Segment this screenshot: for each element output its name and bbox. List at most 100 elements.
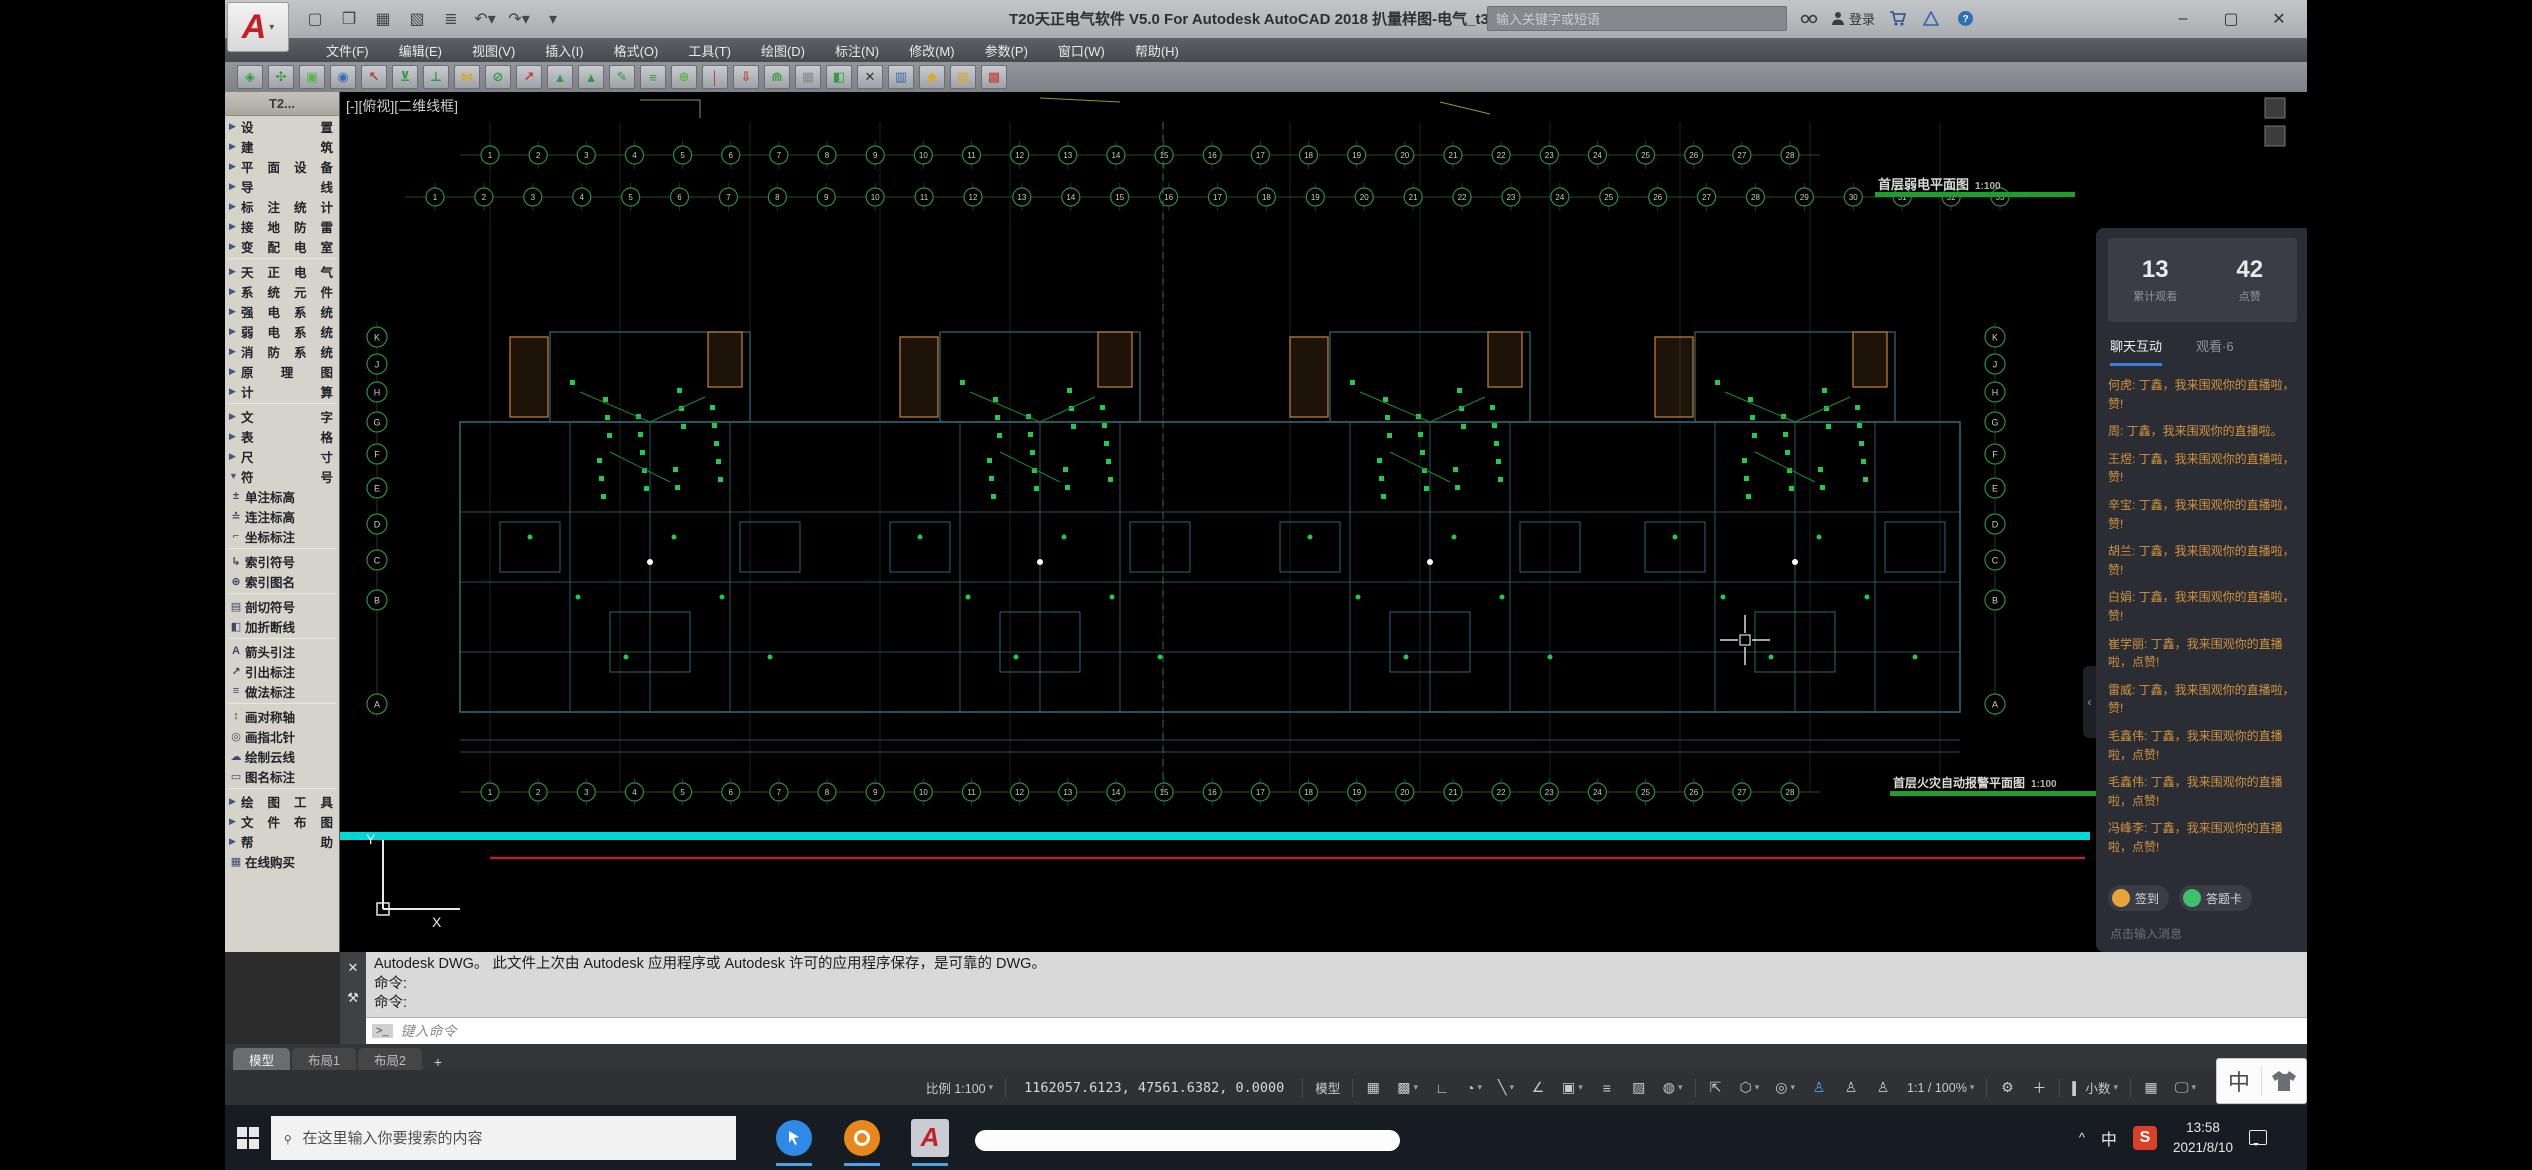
model-space-toggle[interactable]: 模型	[1308, 1075, 1347, 1101]
palette-item-图名标注[interactable]: ▭图名标注	[225, 766, 339, 786]
autoscale-person[interactable]: ♙	[1836, 1075, 1866, 1101]
annotation-scale-person[interactable]: ♙	[1804, 1075, 1834, 1101]
palette-item-连注标高[interactable]: ≐连注标高	[225, 506, 339, 526]
menu-6[interactable]: 工具(T)	[673, 38, 746, 62]
palette-item-画指北针[interactable]: ◎画指北针	[225, 726, 339, 746]
help-icon[interactable]: ?	[1953, 7, 1977, 31]
transparency-toggle[interactable]: ▨	[1624, 1075, 1654, 1101]
command-input[interactable]: 键入命令	[401, 1021, 457, 1041]
sogou-input-icon[interactable]: S	[2133, 1126, 2157, 1150]
chat-tab-聊天互动[interactable]: 聊天互动	[2110, 336, 2162, 366]
toolbar-icon-8[interactable]: ⋈	[454, 65, 480, 89]
selection-cycling-toggle[interactable]: ◍▾	[1656, 1075, 1690, 1101]
menu-5[interactable]: 格式(O)	[599, 38, 674, 62]
toolbar-icon-23[interactable]: ◆	[919, 65, 945, 89]
ortho-toggle[interactable]: ∟	[1427, 1075, 1457, 1101]
palette-item-建筑[interactable]: ▶建筑	[225, 136, 339, 156]
isodraft-toggle[interactable]: ╲▾	[1491, 1075, 1521, 1101]
units-selector[interactable]: ▍ 小数▾	[2065, 1075, 2125, 1101]
infocenter-search-input[interactable]: 输入关键字或短语	[1487, 6, 1787, 31]
menu-9[interactable]: 修改(M)	[894, 38, 970, 62]
new-file-icon[interactable]: ▢	[303, 7, 327, 31]
toolbar-icon-11[interactable]: ▲	[547, 65, 573, 89]
palette-item-变配电室[interactable]: ▶变配电室	[225, 236, 339, 256]
palette-item-弱电系统[interactable]: ▶弱电系统	[225, 321, 339, 341]
palette-item-强电系统[interactable]: ▶强电系统	[225, 301, 339, 321]
close-button[interactable]: ✕	[2257, 4, 2301, 34]
menu-8[interactable]: 标注(N)	[820, 38, 894, 62]
plot-icon[interactable]: ≣	[439, 7, 463, 31]
ime-language-indicator[interactable]: 中	[2217, 1065, 2261, 1097]
panel-collapse-handle[interactable]: ‹	[2083, 666, 2096, 738]
toolbar-icon-1[interactable]: ◈	[237, 65, 263, 89]
palette-item-索引图名[interactable]: ⊕索引图名	[225, 571, 339, 591]
menu-12[interactable]: 帮助(H)	[1120, 38, 1194, 62]
tray-expand-icon[interactable]: ^	[2079, 1130, 2085, 1145]
a360-icon[interactable]	[1919, 7, 1943, 31]
taskbar-app-meeting[interactable]	[772, 1109, 816, 1167]
palette-item-帮助[interactable]: ▶帮助	[225, 831, 339, 851]
palette-item-消防系统[interactable]: ▶消防系统	[225, 341, 339, 361]
toolbar-icon-12[interactable]: ▲	[578, 65, 604, 89]
viewport-controls[interactable]: [-][俯视][二维线框]	[346, 96, 458, 116]
layout-tab-布局1[interactable]: 布局1	[292, 1048, 356, 1070]
toolbar-icon-19[interactable]: ▦	[795, 65, 821, 89]
toolbar-icon-7[interactable]: ⊥	[423, 65, 449, 89]
palette-item-导线[interactable]: ▶导线	[225, 176, 339, 196]
video-progress-bar[interactable]	[975, 1130, 1400, 1151]
menu-4[interactable]: 插入(I)	[530, 38, 598, 62]
palette-item-引出标注[interactable]: ↗引出标注	[225, 661, 339, 681]
isolate-plus-icon[interactable]: ＋	[2024, 1075, 2054, 1101]
palette-item-在线购买[interactable]: ▦在线购买	[225, 851, 339, 871]
chat-button-签到[interactable]: 签到	[2108, 885, 2169, 911]
autocad-app-menu-button[interactable]: A ▾	[227, 2, 289, 52]
toolbar-icon-25[interactable]: ▩	[981, 65, 1007, 89]
toolbar-icon-13[interactable]: ✎	[609, 65, 635, 89]
notification-center-icon[interactable]	[2249, 1130, 2267, 1145]
menu-7[interactable]: 绘图(D)	[746, 38, 820, 62]
workspace-toggle[interactable]: ⬡▾	[1733, 1075, 1767, 1101]
palette-item-设置[interactable]: ▶设置	[225, 116, 339, 136]
toolbar-icon-5[interactable]: ↖	[361, 65, 387, 89]
palette-item-平面设备[interactable]: ▶平面设备	[225, 156, 339, 176]
open-file-icon[interactable]: ❒	[337, 7, 361, 31]
snap-toggle[interactable]: ▩▾	[1390, 1075, 1425, 1101]
chat-input[interactable]: 点击输入消息	[2108, 921, 2297, 944]
lineweight-toggle[interactable]: ≡	[1592, 1075, 1622, 1101]
palette-item-文件布图[interactable]: ▶文件布图	[225, 811, 339, 831]
menu-1[interactable]: 文件(F)	[311, 38, 384, 62]
layout-tab-布局2[interactable]: 布局2	[358, 1048, 422, 1070]
toolbar-icon-15[interactable]: ⊕	[671, 65, 697, 89]
toolbar-icon-3[interactable]: ▣	[299, 65, 325, 89]
annotation-monitor-toggle[interactable]: ⇱	[1701, 1075, 1731, 1101]
palette-item-单注标高[interactable]: ±单注标高	[225, 486, 339, 506]
toolbar-icon-24[interactable]: ▧	[950, 65, 976, 89]
scale-selector[interactable]: 比例 1:100▾	[919, 1075, 1000, 1101]
customize-wrench-icon[interactable]: ⚒	[347, 990, 359, 1006]
qat-dropdown-icon[interactable]: ▾	[541, 7, 565, 31]
scale-person-2[interactable]: ♙	[1868, 1075, 1898, 1101]
palette-item-绘制云线[interactable]: ☁绘制云线	[225, 746, 339, 766]
toolbar-icon-21[interactable]: ✕	[857, 65, 883, 89]
workspace-gear-icon[interactable]: ⚙	[1992, 1075, 2022, 1101]
ime-skin-icon[interactable]	[2262, 1070, 2306, 1092]
ime-float-toolbar[interactable]: 中	[2216, 1058, 2307, 1104]
taskbar-app-autocad[interactable]: A	[908, 1109, 952, 1167]
palette-item-索引符号[interactable]: ↳索引符号	[225, 551, 339, 571]
save-icon[interactable]: ▦	[371, 7, 395, 31]
annotation-visibility-toggle[interactable]: ◎▾	[1768, 1075, 1802, 1101]
toolbar-icon-9[interactable]: ⊘	[485, 65, 511, 89]
toolbar-icon-2[interactable]: ✣	[268, 65, 294, 89]
undo-button[interactable]: ↶▾	[473, 7, 497, 31]
grid-toggle[interactable]: ▦	[1358, 1075, 1388, 1101]
palette-item-计算[interactable]: ▶计算	[225, 381, 339, 401]
palette-item-系统元件[interactable]: ▶系统元件	[225, 281, 339, 301]
palette-item-文字[interactable]: ▶文字	[225, 406, 339, 426]
palette-item-坐标标注[interactable]: ⌐坐标标注	[225, 526, 339, 546]
dynamic-input-toggle[interactable]: ▣▾	[1555, 1075, 1590, 1101]
menu-3[interactable]: 视图(V)	[457, 38, 530, 62]
save-as-icon[interactable]: ▧	[405, 7, 429, 31]
osnap-toggle[interactable]: ∠	[1523, 1075, 1553, 1101]
sign-in-button[interactable]: 登录	[1831, 9, 1875, 28]
menu-10[interactable]: 参数(P)	[970, 38, 1043, 62]
